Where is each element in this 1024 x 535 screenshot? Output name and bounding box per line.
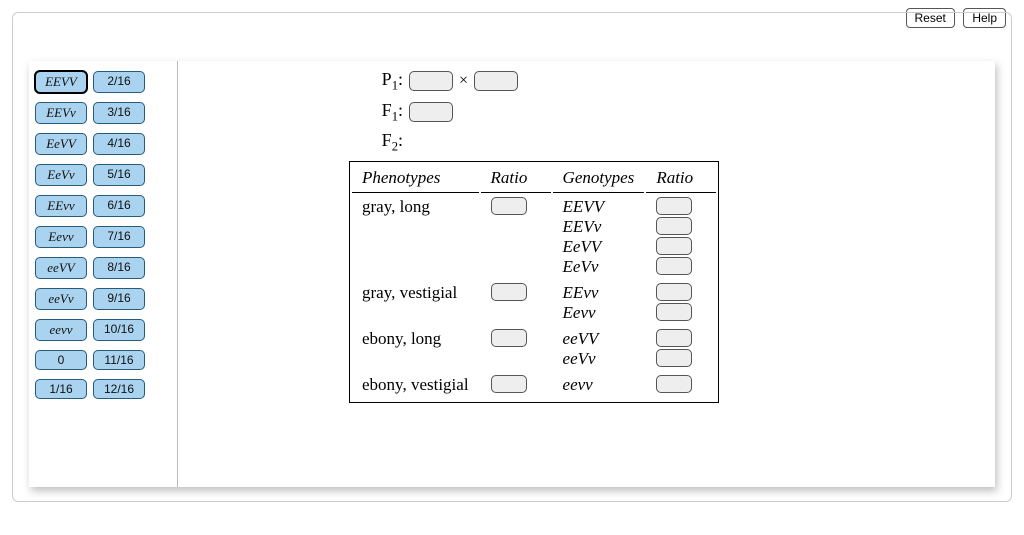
palette-divider: [177, 61, 178, 487]
genotype-tile[interactable]: eeVv: [35, 288, 87, 310]
ratio-tile[interactable]: 6/16: [93, 195, 145, 217]
table-row: ebony, vestigial eevv: [352, 373, 716, 400]
worksheet: P1: × F1: F2: Phenotypes Ratio Geno: [349, 69, 719, 403]
ratio-tile[interactable]: 12/16: [93, 379, 145, 399]
p1-label: P: [382, 69, 392, 89]
ratio-tile[interactable]: 7/16: [93, 226, 145, 248]
ratio-tile[interactable]: 5/16: [93, 164, 145, 186]
f2-table-body: gray, longEEVVEEVvEeVVEeVvgray, vestigia…: [352, 195, 716, 400]
genotype-cell: eeVVeeVv: [553, 327, 645, 371]
genotype-tile[interactable]: EeVV: [35, 133, 87, 155]
genotype-ratio-slot[interactable]: [656, 329, 692, 347]
genotype-tile[interactable]: EEVV: [35, 71, 87, 93]
cross-symbol: ×: [459, 72, 468, 90]
genotype-label: Eevv: [563, 303, 635, 323]
ratio-tile[interactable]: 2/16: [93, 71, 145, 93]
genotype-cell: EEVVEEVvEeVVEeVv: [553, 195, 645, 279]
genotype-label: EEvv: [563, 283, 635, 303]
table-row: gray, long EEVVEEVvEeVVEeVv: [352, 195, 716, 279]
phenotype-ratio-slot[interactable]: [491, 329, 527, 347]
phenotype-cell: ebony, long: [352, 327, 479, 371]
p1-slot-b[interactable]: [474, 71, 518, 91]
genotype-label: EeVv: [563, 257, 635, 277]
ratio-tile[interactable]: 0: [35, 350, 87, 370]
phenotype-ratio-slot[interactable]: [491, 283, 527, 301]
ratio-tile[interactable]: 4/16: [93, 133, 145, 155]
genotype-label: EEVv: [563, 217, 635, 237]
phenotype-cell: gray, long: [352, 195, 479, 279]
activity-canvas: EEVV 2/16 EEVv 3/16 EeVV 4/16 EeVv 5/16 EEvv 6/16…: [29, 61, 995, 487]
genotype-label: eeVv: [563, 349, 635, 369]
ratio-tile[interactable]: 8/16: [93, 257, 145, 279]
col-ratio-pheno: Ratio: [481, 164, 551, 193]
phenotype-ratio-slot[interactable]: [491, 375, 527, 393]
genotype-ratio-slot[interactable]: [656, 375, 692, 393]
f1-label: F: [382, 100, 392, 120]
genotype-ratio-slot[interactable]: [656, 197, 692, 215]
genotype-ratio-slot[interactable]: [656, 283, 692, 301]
genotype-label: EEVV: [563, 197, 635, 217]
table-row: ebony, long eeVVeeVv: [352, 327, 716, 371]
phenotype-ratio-slot[interactable]: [491, 197, 527, 215]
genotype-label: eeVV: [563, 329, 635, 349]
genotype-tile[interactable]: EEvv: [35, 195, 87, 217]
ratio-tile[interactable]: 3/16: [93, 102, 145, 124]
genotype-label: EeVV: [563, 237, 635, 257]
genotype-ratio-slot[interactable]: [656, 257, 692, 275]
ratio-tile[interactable]: 9/16: [93, 288, 145, 310]
tile-palette: EEVV 2/16 EEVv 3/16 EeVV 4/16 EeVv 5/16 EEvv 6/16…: [35, 71, 171, 408]
ratio-tile[interactable]: 1/16: [35, 379, 87, 399]
genotype-ratio-slot[interactable]: [656, 237, 692, 255]
ratio-tile[interactable]: 11/16: [93, 350, 145, 370]
genotype-ratio-slot[interactable]: [656, 303, 692, 321]
f2-table: Phenotypes Ratio Genotypes Ratio gray, l…: [349, 161, 719, 403]
genotype-cell: EEvvEevv: [553, 281, 645, 325]
genotype-tile[interactable]: eeVV: [35, 257, 87, 279]
f2-row-label: F2:: [349, 130, 719, 155]
ratio-tile[interactable]: 10/16: [93, 319, 145, 341]
f2-label: F: [382, 130, 392, 150]
genotype-ratio-slot[interactable]: [656, 217, 692, 235]
genotype-cell: eevv: [553, 373, 645, 400]
col-ratio-geno: Ratio: [646, 164, 716, 193]
p1-row: P1: ×: [349, 69, 719, 94]
phenotype-cell: ebony, vestigial: [352, 373, 479, 400]
phenotype-cell: gray, vestigial: [352, 281, 479, 325]
genotype-ratio-slot[interactable]: [656, 349, 692, 367]
col-genotypes: Genotypes: [553, 164, 645, 193]
f1-slot[interactable]: [409, 102, 453, 122]
genotype-tile[interactable]: Eevv: [35, 226, 87, 248]
f1-row: F1:: [349, 100, 719, 125]
table-row: gray, vestigial EEvvEevv: [352, 281, 716, 325]
col-phenotypes: Phenotypes: [352, 164, 479, 193]
genotype-tile[interactable]: EeVv: [35, 164, 87, 186]
genotype-label: eevv: [563, 375, 635, 395]
p1-slot-a[interactable]: [409, 71, 453, 91]
genotype-tile[interactable]: EEVv: [35, 102, 87, 124]
activity-frame: EEVV 2/16 EEVv 3/16 EeVV 4/16 EeVv 5/16 EEvv 6/16…: [12, 12, 1012, 502]
genotype-tile[interactable]: eevv: [35, 319, 87, 341]
